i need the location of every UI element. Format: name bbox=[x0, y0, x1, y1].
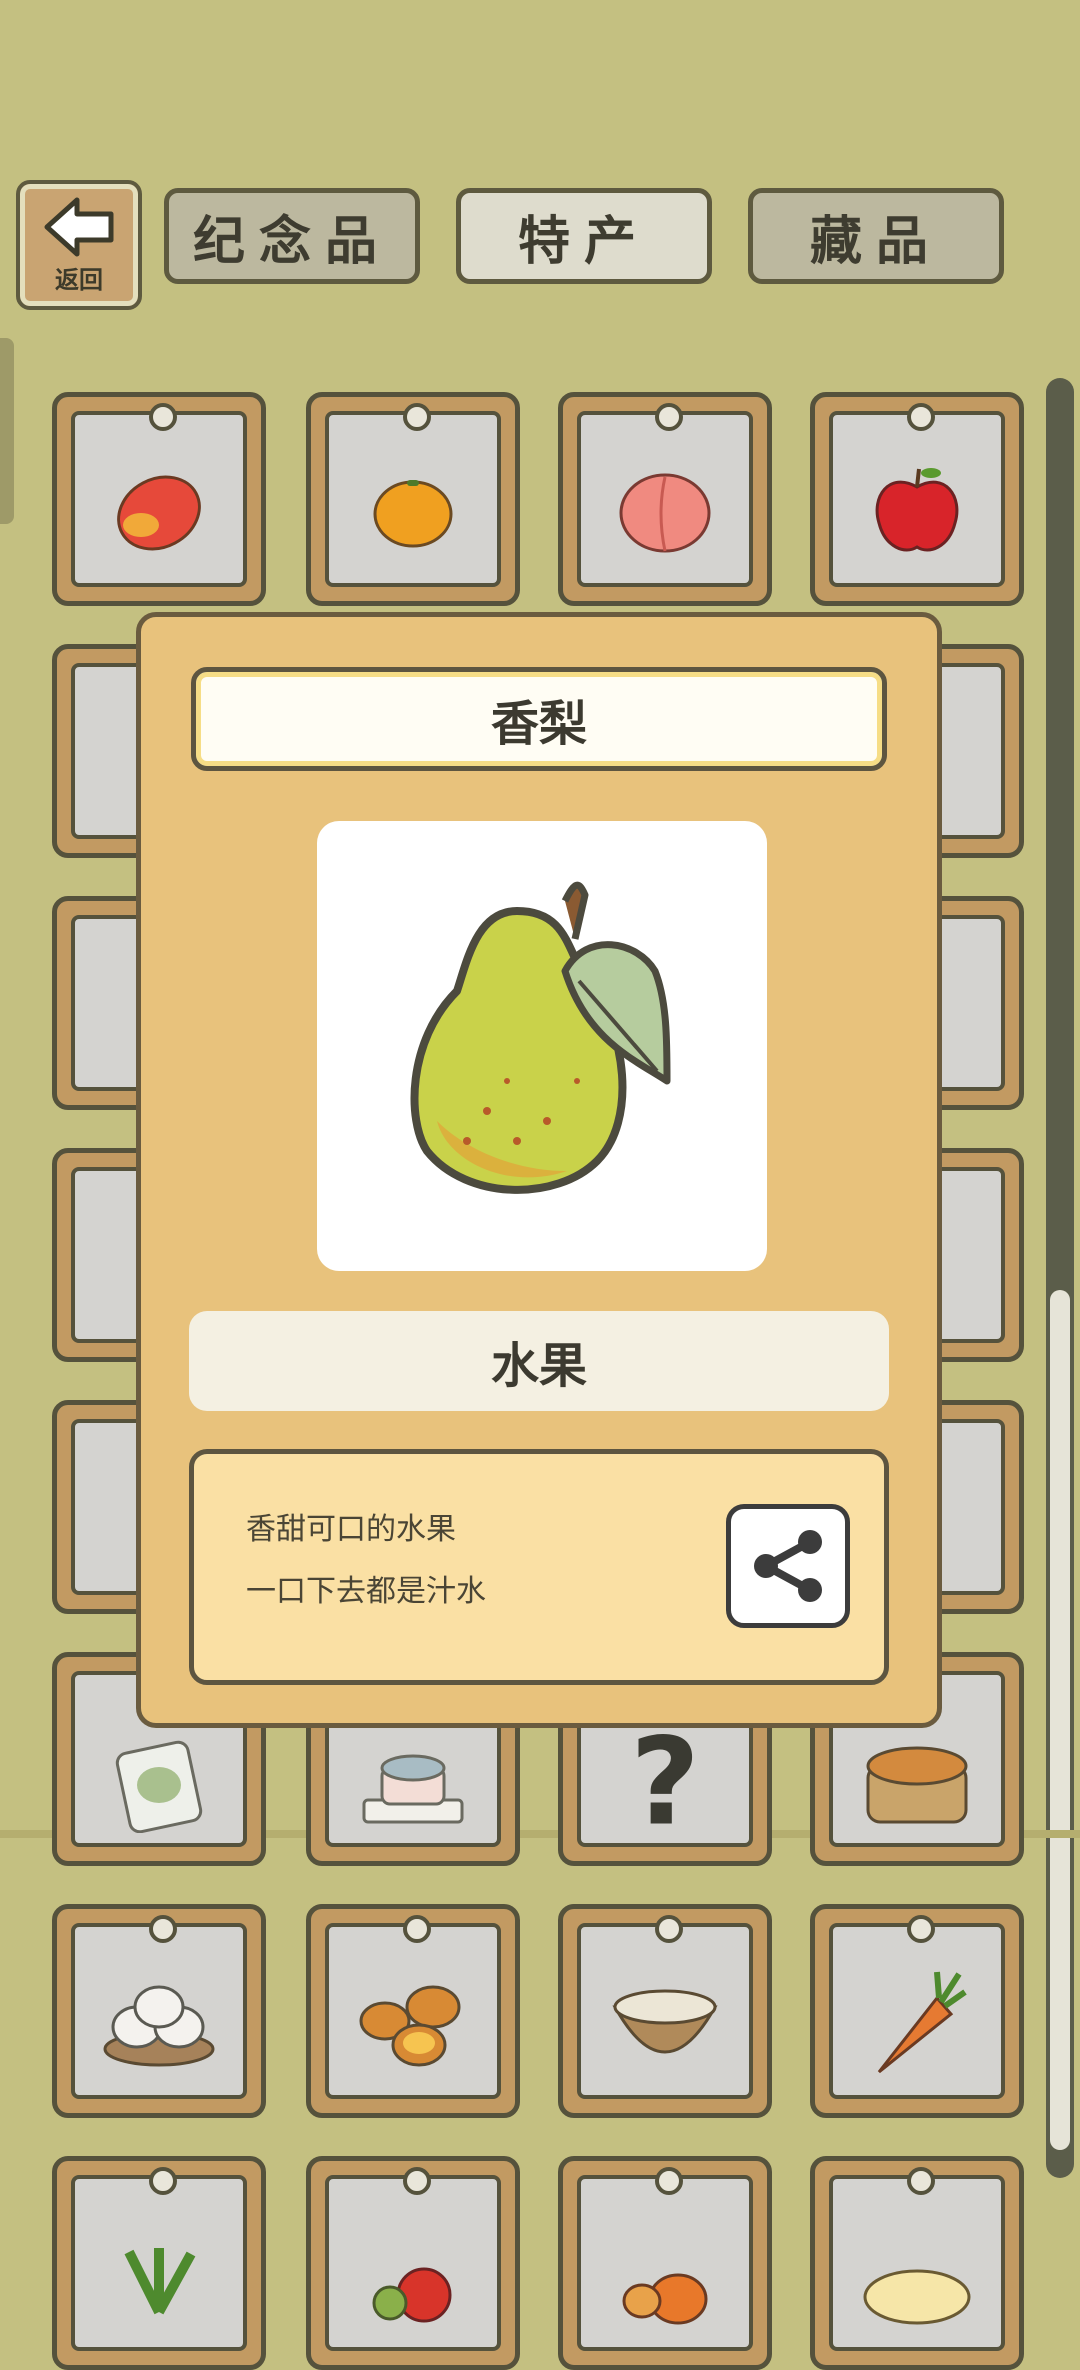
grid-item-peach[interactable] bbox=[558, 392, 772, 606]
mango-icon bbox=[117, 475, 201, 551]
tab-collections-label: 藏品 bbox=[809, 211, 942, 272]
apple-icon bbox=[875, 468, 959, 552]
dumplings-icon bbox=[103, 1985, 215, 2067]
rice-bag-icon bbox=[115, 1741, 203, 1834]
side-drawer-handle[interactable] bbox=[0, 338, 14, 524]
pumpkin-icon bbox=[622, 2273, 708, 2325]
tab-specialties[interactable]: 特产 bbox=[456, 188, 712, 284]
description-line: 一口下去都是汁水 bbox=[246, 1574, 486, 1609]
radish-icon bbox=[124, 2248, 196, 2315]
unknown-item-icon: ? bbox=[630, 1713, 700, 1853]
grid-item-apple[interactable] bbox=[810, 392, 1024, 606]
peach-icon bbox=[619, 473, 711, 553]
grid-item-dumplings[interactable] bbox=[52, 1904, 266, 2118]
item-image-frame bbox=[317, 821, 767, 1271]
scrollbar-thumb[interactable] bbox=[1050, 1290, 1070, 2150]
pear-icon bbox=[410, 881, 671, 1194]
tab-souvenirs[interactable]: 纪念品 bbox=[164, 188, 420, 284]
noodles-icon bbox=[863, 2269, 971, 2325]
grid-item-carrot[interactable] bbox=[810, 1904, 1024, 2118]
item-detail-modal: 香梨 水果 香甜可口的水果 一口下去都是汁水 bbox=[136, 612, 942, 1728]
tab-specialties-label: 特产 bbox=[517, 211, 650, 272]
share-icon bbox=[754, 1530, 822, 1602]
egg-tarts-icon bbox=[359, 1985, 461, 2067]
grid-item-egg-tarts[interactable] bbox=[306, 1904, 520, 2118]
tomato-icon bbox=[372, 2267, 452, 2323]
grid-item-orange[interactable] bbox=[306, 392, 520, 606]
cake-icon bbox=[362, 1754, 464, 1824]
tab-collections[interactable]: 藏品 bbox=[748, 188, 1004, 284]
share-button[interactable] bbox=[726, 1504, 850, 1628]
back-arrow-icon bbox=[44, 197, 114, 256]
item-title: 香梨 bbox=[191, 667, 887, 771]
tab-souvenirs-label: 纪念品 bbox=[192, 211, 391, 272]
description-line: 香甜可口的水果 bbox=[246, 1512, 456, 1547]
carrot-icon bbox=[877, 1972, 967, 2074]
item-description-box: 香甜可口的水果 一口下去都是汁水 bbox=[189, 1449, 889, 1685]
back-button[interactable]: 返回 bbox=[16, 180, 142, 310]
bread-icon bbox=[866, 1746, 968, 1824]
porridge-icon bbox=[612, 1989, 718, 2054]
grid-item-porridge[interactable] bbox=[558, 1904, 772, 2118]
back-label: 返回 bbox=[55, 265, 103, 294]
item-category: 水果 bbox=[189, 1311, 889, 1411]
orange-icon bbox=[373, 480, 453, 548]
grid-item-mango[interactable] bbox=[52, 392, 266, 606]
